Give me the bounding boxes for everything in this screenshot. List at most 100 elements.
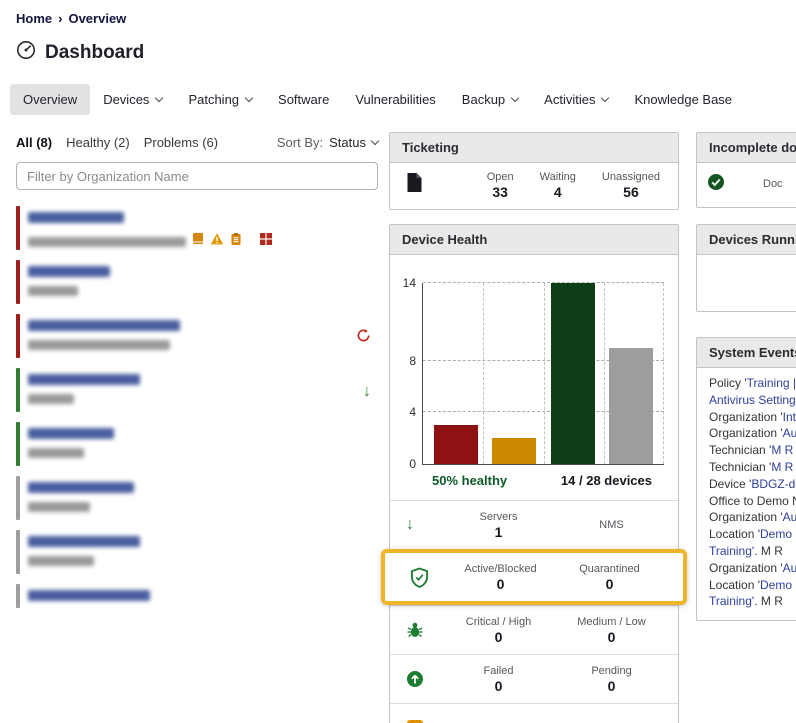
org-name-redacted xyxy=(28,590,150,601)
chevron-down-icon xyxy=(601,94,609,102)
devices-running-card: Devices Runnin xyxy=(696,224,796,312)
system-event: Device 'BDGZ-de xyxy=(709,476,796,493)
filter-problems[interactable]: Problems (6) xyxy=(144,135,218,150)
org-name-redacted xyxy=(28,374,140,385)
event-link[interactable]: Au xyxy=(783,510,796,524)
sync-icon xyxy=(356,328,371,348)
org-list-item-6[interactable] xyxy=(16,473,378,527)
system-events-card-header: System Events xyxy=(697,338,796,368)
event-link[interactable]: Training' xyxy=(709,594,754,608)
device-health-card-header: Device Health xyxy=(390,225,678,255)
org-list-item-5[interactable] xyxy=(16,419,378,473)
org-list-item-3[interactable] xyxy=(16,311,378,365)
sort-by-control[interactable]: Sort By: Status xyxy=(277,135,378,150)
tab-patching[interactable]: Patching xyxy=(175,84,265,115)
main-nav-tabs: Overview Devices Patching Software Vulne… xyxy=(10,84,745,115)
tab-vulnerabilities[interactable]: Vulnerabilities xyxy=(342,84,448,115)
page-title-bar: Dashboard xyxy=(16,40,144,65)
device-health-card: Device Health 04814 50% healthy 14 / 28 … xyxy=(389,224,679,723)
org-name-redacted xyxy=(28,482,134,493)
filter-all[interactable]: All (8) xyxy=(16,135,52,150)
stat-active-blocked: Active/Blocked 0 xyxy=(446,563,555,592)
stat-patch-pending: Pending 0 xyxy=(555,665,668,694)
y-axis-tick-label: 8 xyxy=(396,354,416,368)
breadcrumb-home-link[interactable]: Home xyxy=(16,11,52,26)
device-health-row-vulnerabilities[interactable]: Critical / High 0 Medium / Low 0 xyxy=(390,605,678,654)
org-list-item-1[interactable] xyxy=(16,203,378,257)
chevron-down-icon xyxy=(511,94,519,102)
filter-healthy[interactable]: Healthy (2) xyxy=(66,135,130,150)
event-link[interactable]: Training | xyxy=(747,376,796,390)
system-event: Organization 'Int xyxy=(709,409,796,426)
system-event: Organization 'Au xyxy=(709,509,796,526)
tab-activities[interactable]: Activities xyxy=(531,84,621,115)
org-status-bar xyxy=(16,476,20,520)
devices-running-body xyxy=(697,255,796,311)
org-name-redacted xyxy=(28,320,180,331)
tab-overview[interactable]: Overview xyxy=(10,84,90,115)
patch-grid-icon xyxy=(259,232,273,251)
event-link[interactable]: Int xyxy=(783,410,796,424)
bar-warning xyxy=(492,438,536,464)
system-event: Technician 'M R xyxy=(709,459,796,476)
tab-backup[interactable]: Backup xyxy=(449,84,531,115)
system-event: Technician 'M R xyxy=(709,442,796,459)
event-link[interactable]: BDGZ-de xyxy=(751,477,796,491)
event-link[interactable]: Au xyxy=(783,426,796,440)
page-title: Dashboard xyxy=(45,42,144,64)
system-event: Training'. M R xyxy=(709,543,796,560)
org-subtitle-redacted xyxy=(28,286,78,296)
event-link[interactable]: M R xyxy=(771,443,793,457)
org-subtitle-redacted xyxy=(28,448,84,458)
chevron-down-icon xyxy=(245,94,253,102)
ticket-stat-open[interactable]: Open 33 xyxy=(487,171,514,200)
event-link[interactable]: Demo xyxy=(760,527,792,541)
org-name-redacted xyxy=(28,536,140,547)
org-list-item-7[interactable] xyxy=(16,527,378,581)
system-events-card: System Events Policy 'Training | Antivir… xyxy=(696,337,796,621)
event-link[interactable]: Training' xyxy=(709,544,754,558)
org-status-bar xyxy=(16,260,20,304)
event-link[interactable]: Antivirus Setting xyxy=(709,393,796,407)
event-link[interactable]: Au xyxy=(783,561,796,575)
device-health-row-software[interactable]: Failed Pending xyxy=(390,703,678,723)
device-health-row-servers-nms[interactable]: ↓ Servers 1 NMS xyxy=(390,500,678,549)
system-event: Policy 'Training | xyxy=(709,375,796,392)
bug-icon xyxy=(406,621,442,639)
event-link[interactable]: M R xyxy=(771,460,793,474)
stat-medium-low: Medium / Low 0 xyxy=(555,616,668,645)
check-circle-icon xyxy=(707,173,725,196)
device-health-summary: 50% healthy 14 / 28 devices xyxy=(390,465,678,500)
chevron-down-icon xyxy=(371,136,379,144)
chevron-down-icon xyxy=(155,94,163,102)
patch-arrow-up-icon xyxy=(406,670,442,688)
bar-unknown xyxy=(609,348,653,464)
ticket-stat-waiting[interactable]: Waiting 4 xyxy=(540,171,576,200)
ticket-stat-unassigned[interactable]: Unassigned 56 xyxy=(602,171,660,200)
device-health-row-patches[interactable]: Failed 0 Pending 0 xyxy=(390,654,678,703)
device-health-row-antivirus-highlighted[interactable]: Active/Blocked 0 Quarantined 0 xyxy=(381,549,687,605)
org-search-input[interactable] xyxy=(16,162,378,190)
tab-devices[interactable]: Devices xyxy=(90,84,175,115)
ticketing-card-body: Open 33 Waiting 4 Unassigned 56 xyxy=(390,163,678,209)
incomplete-docs-card-header: Incomplete doc xyxy=(697,133,796,163)
incomplete-docs-body[interactable]: Doc xyxy=(697,163,796,207)
org-list-item-8[interactable] xyxy=(16,581,378,613)
book-icon xyxy=(191,232,205,251)
ticketing-card: Ticketing Open 33 Waiting 4 Unassigned 5… xyxy=(389,132,679,210)
tab-knowledge-base[interactable]: Knowledge Base xyxy=(621,84,745,115)
system-event: Antivirus Setting xyxy=(709,392,796,409)
org-list-item-2[interactable] xyxy=(16,257,378,311)
tab-software[interactable]: Software xyxy=(265,84,342,115)
org-status-bar xyxy=(16,368,20,412)
organizations-panel: All (8) Healthy (2) Problems (6) Sort By… xyxy=(16,133,378,613)
event-link[interactable]: Demo xyxy=(760,578,792,592)
shield-icon xyxy=(410,567,446,588)
breadcrumb-current: Overview xyxy=(68,11,126,26)
org-list-item-4[interactable]: ↓ xyxy=(16,365,378,419)
stat-quarantined: Quarantined 0 xyxy=(555,563,664,592)
software-box-icon xyxy=(406,719,442,723)
system-event: Organization 'Au xyxy=(709,425,796,442)
org-search xyxy=(16,162,378,190)
organization-list: ↓ xyxy=(16,203,378,613)
